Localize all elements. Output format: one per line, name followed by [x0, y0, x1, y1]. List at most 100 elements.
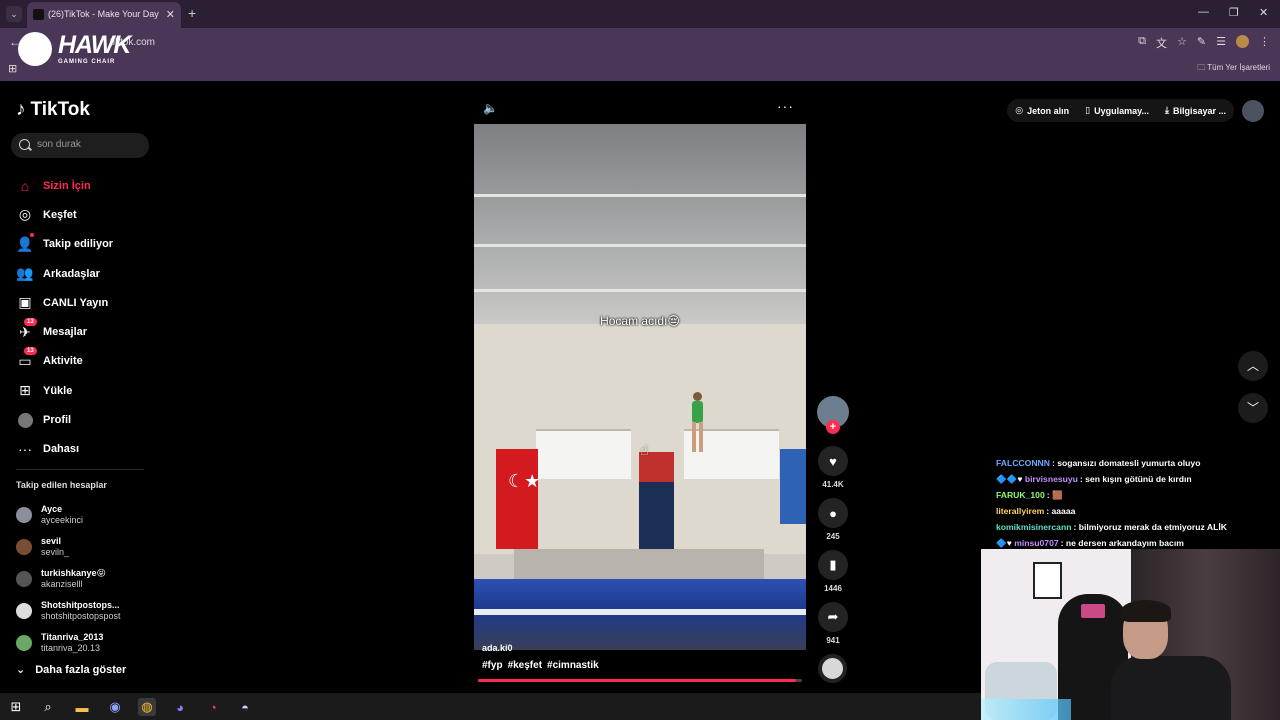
- user-avatar[interactable]: [1242, 99, 1264, 122]
- video-menu-icon[interactable]: ···: [777, 98, 794, 114]
- chat-message: komikmisinercann: bilmiyoruz merak da et…: [996, 519, 1280, 535]
- restore-button[interactable]: ❐: [1229, 6, 1239, 19]
- translate-icon[interactable]: 文: [1156, 35, 1167, 51]
- chat-text: : ne dersen arkandayım bacım: [1060, 538, 1184, 548]
- gym-window: [536, 429, 631, 479]
- new-tab-button[interactable]: +: [188, 5, 196, 21]
- tab-search-icon[interactable]: ⌄: [6, 6, 22, 22]
- browser-menu-icon[interactable]: ⋮: [1259, 35, 1270, 51]
- share-icon: ➦: [818, 602, 848, 632]
- file-explorer-icon[interactable]: ▬: [73, 698, 91, 716]
- nav-item-upload[interactable]: ⊞ Yükle: [16, 376, 113, 405]
- follow-plus-icon[interactable]: +: [826, 420, 840, 434]
- avatar: [16, 539, 32, 555]
- top-right-actions: ◎ Jeton alın ▯ Uygulamay... ⤓ Bilgisayar ..…: [1007, 99, 1264, 122]
- reading-list-icon[interactable]: ☰: [1216, 35, 1226, 51]
- nav-item-live[interactable]: ▣ CANLI Yayın: [16, 288, 113, 317]
- nav-item-messages[interactable]: ✈ 13 Mesajlar: [16, 317, 113, 346]
- share-button[interactable]: ➦ 941: [818, 602, 848, 645]
- coin-icon: ◎: [1015, 105, 1024, 115]
- like-button[interactable]: ♥ 41.4K: [818, 446, 848, 489]
- search-box[interactable]: [11, 133, 149, 158]
- following-account[interactable]: Shotshitpostops... shotshitpostopspost: [16, 595, 121, 627]
- app-icon[interactable]: ◉: [106, 698, 124, 716]
- video-ceiling: [474, 124, 806, 324]
- following-account[interactable]: turkishkanye😝 akanziselll: [16, 563, 121, 595]
- chat-text: : 🟫: [1046, 490, 1063, 500]
- nav-item-following[interactable]: 👤 Takip ediliyor: [16, 230, 113, 259]
- nav-item-explore[interactable]: ◎ Keşfet: [16, 200, 113, 229]
- comment-count: 245: [826, 532, 840, 541]
- hashtag-link[interactable]: #fyp: [482, 660, 503, 671]
- video-author[interactable]: ada.ki0: [482, 643, 513, 653]
- account-handle: ayceekinci: [41, 515, 84, 525]
- bookmark-star-icon[interactable]: ☆: [1177, 35, 1187, 51]
- nav-item-more[interactable]: ··· Dahası: [16, 435, 113, 464]
- ceiling-truss: [474, 244, 806, 247]
- nav-item-for-you[interactable]: ⌂ Sizin İçin: [16, 171, 113, 200]
- windows-start-icon[interactable]: ⊞: [7, 698, 25, 716]
- account-handle: akanziselll: [41, 579, 83, 589]
- tab-title: (26)TikTok - Make Your Day: [48, 9, 159, 19]
- hashtag-link[interactable]: #cimnastik: [547, 660, 599, 671]
- discord-icon[interactable]: ◕: [171, 698, 189, 716]
- following-accounts-title: Takip edilen hesaplar: [16, 480, 107, 490]
- steam-icon[interactable]: ◓: [236, 698, 254, 716]
- comment-button[interactable]: ● 245: [818, 498, 848, 541]
- tiktok-logo[interactable]: ♪ TikTok: [16, 99, 90, 121]
- following-accounts-list: Ayce ayceekinci sevil seviln_ turkishkanye…: [16, 499, 121, 659]
- wall-poster: [1033, 562, 1062, 599]
- nav-item-profile[interactable]: Profil: [16, 405, 113, 434]
- hashtag-link[interactable]: #keşfet: [508, 660, 542, 671]
- video-progress-bar[interactable]: [478, 679, 802, 682]
- get-coins-button[interactable]: ◎ Jeton alın: [1007, 99, 1078, 122]
- mouse-cursor-icon: ☝: [640, 442, 649, 458]
- account-name: Titanriva_2013: [41, 632, 104, 642]
- chat-username: birvisnesuyu: [1024, 474, 1078, 484]
- obs-icon[interactable]: ◔: [204, 698, 222, 716]
- desktop-app-button[interactable]: ⤓ Bilgisayar ...: [1156, 99, 1234, 122]
- browser-tab[interactable]: (26)TikTok - Make Your Day ✕: [27, 2, 181, 28]
- extensions-icon[interactable]: ✎: [1197, 35, 1206, 51]
- avatar: [16, 571, 32, 587]
- hawk-logo-title: HAWK: [58, 31, 131, 59]
- account-name: Shotshitpostops...: [41, 600, 120, 610]
- apps-grid-icon[interactable]: ⊞: [8, 62, 17, 75]
- account-name: sevil: [41, 536, 62, 546]
- following-account[interactable]: Ayce ayceekinci: [16, 499, 121, 531]
- next-video-button[interactable]: ﹀: [1238, 393, 1268, 423]
- chat-username: literallyirem: [996, 506, 1045, 516]
- following-account[interactable]: Titanriva_2013 titanriva_20.13: [16, 627, 121, 659]
- following-account[interactable]: sevil seviln_: [16, 531, 121, 563]
- previous-video-button[interactable]: ︿: [1238, 351, 1268, 381]
- nav-label: Mesajlar: [43, 326, 88, 339]
- search-input[interactable]: [37, 139, 147, 150]
- nav-item-activity[interactable]: ▭ 13 Aktivite: [16, 347, 113, 376]
- video-player[interactable]: ☾★ Hocam acıdı😔 ☝: [474, 124, 806, 650]
- save-button[interactable]: ▮ 1446: [818, 550, 848, 593]
- search-taskbar-icon[interactable]: ⌕: [39, 698, 57, 716]
- nav-item-friends[interactable]: 👥 Arkadaşlar: [16, 259, 113, 288]
- music-disc-icon[interactable]: [818, 654, 847, 683]
- minimize-button[interactable]: —: [1198, 6, 1209, 18]
- browser-profile-avatar[interactable]: [1236, 35, 1249, 48]
- all-bookmarks-link[interactable]: 🗀 Tüm Yer İşaretleri: [1197, 62, 1270, 76]
- volume-icon[interactable]: 🔈: [483, 101, 498, 115]
- install-app-icon[interactable]: ⧉: [1138, 35, 1146, 51]
- close-window-button[interactable]: ✕: [1259, 6, 1268, 19]
- get-app-button[interactable]: ▯ Uygulamay...: [1077, 99, 1157, 122]
- messages-badge: 13: [24, 318, 37, 327]
- show-more-button[interactable]: ⌄ Daha fazla göster: [16, 663, 126, 677]
- video-caption-overlay: Hocam acıdı😔: [600, 314, 680, 328]
- following-icon: 👤: [16, 233, 34, 253]
- account-handle: shotshitpostopspost: [41, 611, 121, 621]
- chat-username: FARUK_100: [996, 490, 1045, 500]
- tab-close-icon[interactable]: ✕: [166, 8, 175, 21]
- nav-label: Takip ediliyor: [43, 238, 114, 251]
- profile-icon: [16, 411, 34, 429]
- chat-text: : aaaaa: [1046, 506, 1076, 516]
- chrome-icon[interactable]: ◍: [138, 698, 156, 716]
- share-count: 941: [826, 636, 840, 645]
- live-icon: ▣: [18, 294, 32, 311]
- video-hashtags: #fyp #keşfet #cimnastik: [482, 660, 599, 671]
